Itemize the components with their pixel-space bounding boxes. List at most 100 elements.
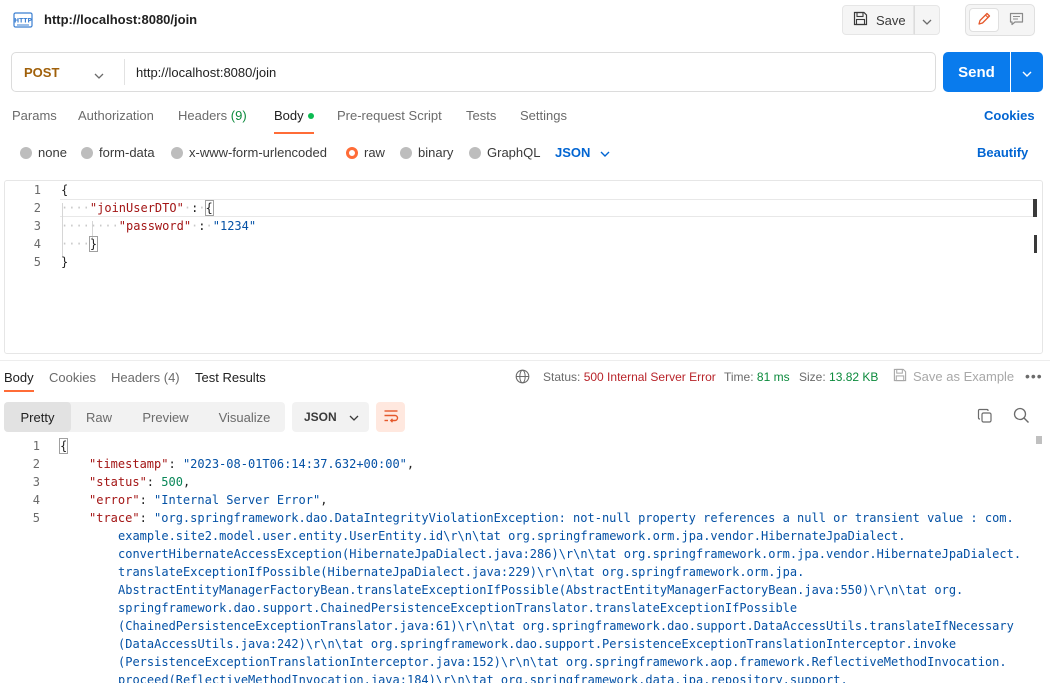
method-label: POST: [24, 64, 60, 80]
code-line: {: [58, 438, 69, 454]
tab-body-label: Body: [274, 108, 304, 123]
line-number: 4: [33, 237, 41, 251]
svg-text:HTTP: HTTP: [14, 18, 32, 25]
globe-icon[interactable]: [515, 369, 530, 387]
line-number: 2: [33, 201, 41, 215]
radio-form-data-label: form-data: [99, 145, 155, 160]
line-number: 5: [33, 255, 41, 269]
response-time[interactable]: Time: 81 ms: [724, 370, 790, 384]
save-options-button[interactable]: [914, 5, 940, 35]
response-tab-test-results[interactable]: Test Results: [195, 370, 266, 385]
method-select[interactable]: POST: [12, 53, 124, 91]
radio-urlencoded[interactable]: x-www-form-urlencoded: [171, 145, 327, 160]
code-line-wrapped: AbstractEntityManagerFactoryBean.transla…: [118, 583, 964, 597]
radio-circle: [171, 146, 183, 159]
tab-params[interactable]: Params: [12, 108, 57, 123]
raw-format-select[interactable]: JSON: [555, 145, 610, 160]
request-title[interactable]: http://localhost:8080/join: [44, 12, 197, 27]
line-number: 4: [32, 493, 40, 507]
code-line: {: [61, 183, 69, 197]
code-line: ········"password"·:·"1234": [61, 219, 257, 233]
code-line-wrapped: convertHibernateAccessException(Hibernat…: [118, 547, 1022, 561]
response-tab-body[interactable]: Body: [4, 370, 34, 392]
wrap-lines-button[interactable]: [376, 402, 405, 432]
body-type-selector: none form-data x-www-form-urlencoded raw…: [0, 140, 1050, 164]
edit-view-button[interactable]: [969, 8, 999, 32]
time-value: 81 ms: [756, 370, 790, 384]
search-icon: [1013, 407, 1030, 427]
response-size[interactable]: Size: 13.82 KB: [799, 370, 878, 384]
http-icon: HTTP: [13, 10, 33, 30]
url-input[interactable]: [136, 53, 916, 91]
mode-visualize[interactable]: Visualize: [204, 402, 285, 432]
code-line-wrapped: (ChainedPersistenceExceptionTranslator.j…: [118, 619, 1014, 633]
save-as-example-label: Save as Example: [913, 369, 1015, 384]
comments-view-button[interactable]: [1001, 8, 1031, 32]
size-label: Size:: [799, 370, 826, 384]
beautify-button[interactable]: Beautify: [977, 145, 1028, 160]
scrollbar-thumb[interactable]: [1034, 235, 1037, 253]
response-tab-headers[interactable]: Headers (4): [111, 370, 180, 385]
response-status[interactable]: Status: 500 Internal Server Error: [543, 370, 716, 384]
time-label: Time:: [724, 370, 754, 384]
code-line: "trace": "org.springframework.dao.DataIn…: [89, 511, 1014, 525]
mode-raw[interactable]: Raw: [71, 402, 127, 432]
active-tab-indicator: [4, 390, 34, 392]
chevron-down-icon: [922, 13, 932, 28]
code-line: }: [61, 255, 69, 269]
response-body-viewer[interactable]: 1 2 3 4 5 { "timestamp": "2023-08-01T06:…: [0, 436, 1043, 683]
code-line-wrapped: proceed(ReflectiveMethodInvocation.java:…: [118, 673, 848, 683]
radio-form-data[interactable]: form-data: [81, 145, 155, 160]
status-label: Status:: [543, 370, 581, 384]
chevron-down-icon: [94, 67, 104, 82]
cookies-link[interactable]: Cookies: [984, 108, 1035, 123]
request-body-editor[interactable]: 1 2 3 4 5 { ····"joinUserDTO"·:·{ ······…: [4, 180, 1043, 354]
radio-circle: [20, 146, 32, 159]
chevron-down-icon: [349, 410, 359, 424]
save-as-example-button[interactable]: Save as Example: [893, 368, 1014, 385]
tab-settings[interactable]: Settings: [520, 108, 567, 123]
response-tab-body-label: Body: [4, 370, 34, 385]
code-line-wrapped: (DataAccessUtils.java:242)\r\n\tat org.s…: [118, 637, 957, 651]
response-tab-cookies[interactable]: Cookies: [49, 370, 96, 385]
tab-headers[interactable]: Headers (9): [178, 108, 247, 123]
body-modified-dot: [307, 112, 314, 119]
radio-raw-label: raw: [364, 145, 385, 160]
radio-raw[interactable]: raw: [346, 145, 385, 160]
pencil-icon: [977, 12, 991, 29]
comment-icon: [1009, 12, 1024, 29]
raw-format-label: JSON: [555, 145, 591, 160]
line-number: 1: [32, 439, 40, 453]
response-scrollbar-thumb[interactable]: [1036, 436, 1042, 444]
save-button[interactable]: Save: [842, 5, 914, 35]
mode-preview[interactable]: Preview: [127, 402, 204, 432]
mode-pretty[interactable]: Pretty: [4, 402, 71, 432]
radio-circle-selected: [346, 146, 358, 159]
radio-graphql[interactable]: GraphQL: [469, 145, 540, 160]
response-tabs: Body Cookies Headers (4) Test Results St…: [0, 366, 1050, 392]
radio-binary[interactable]: binary: [400, 145, 453, 160]
status-value: 500 Internal Server Error: [583, 370, 716, 384]
search-button[interactable]: [1010, 406, 1032, 428]
more-options-icon[interactable]: •••: [1025, 368, 1043, 384]
response-view-modes: Pretty Raw Preview Visualize: [4, 402, 285, 432]
tab-body[interactable]: Body: [274, 108, 314, 134]
response-divider[interactable]: [0, 360, 1050, 361]
scrollbar-marker: [1033, 199, 1037, 217]
wrap-lines-icon: [383, 409, 399, 426]
send-button[interactable]: Send: [943, 52, 1010, 92]
radio-circle: [469, 146, 481, 159]
copy-button[interactable]: [974, 406, 996, 428]
code-line: ····}: [61, 236, 99, 252]
send-options-button[interactable]: [1011, 52, 1043, 92]
size-value: 13.82 KB: [829, 370, 879, 384]
radio-none[interactable]: none: [20, 145, 67, 160]
tab-tests[interactable]: Tests: [466, 108, 496, 123]
code-line-wrapped: example.site2.model.user.entity.UserEnti…: [118, 529, 906, 543]
response-format-select[interactable]: JSON: [292, 402, 369, 432]
tab-authorization[interactable]: Authorization: [78, 108, 154, 123]
line-number: 3: [32, 475, 40, 489]
tab-headers-count: (9): [230, 108, 247, 123]
tab-pre-request-script[interactable]: Pre-request Script: [337, 108, 442, 123]
sidebar-view-toggle: [965, 4, 1035, 36]
